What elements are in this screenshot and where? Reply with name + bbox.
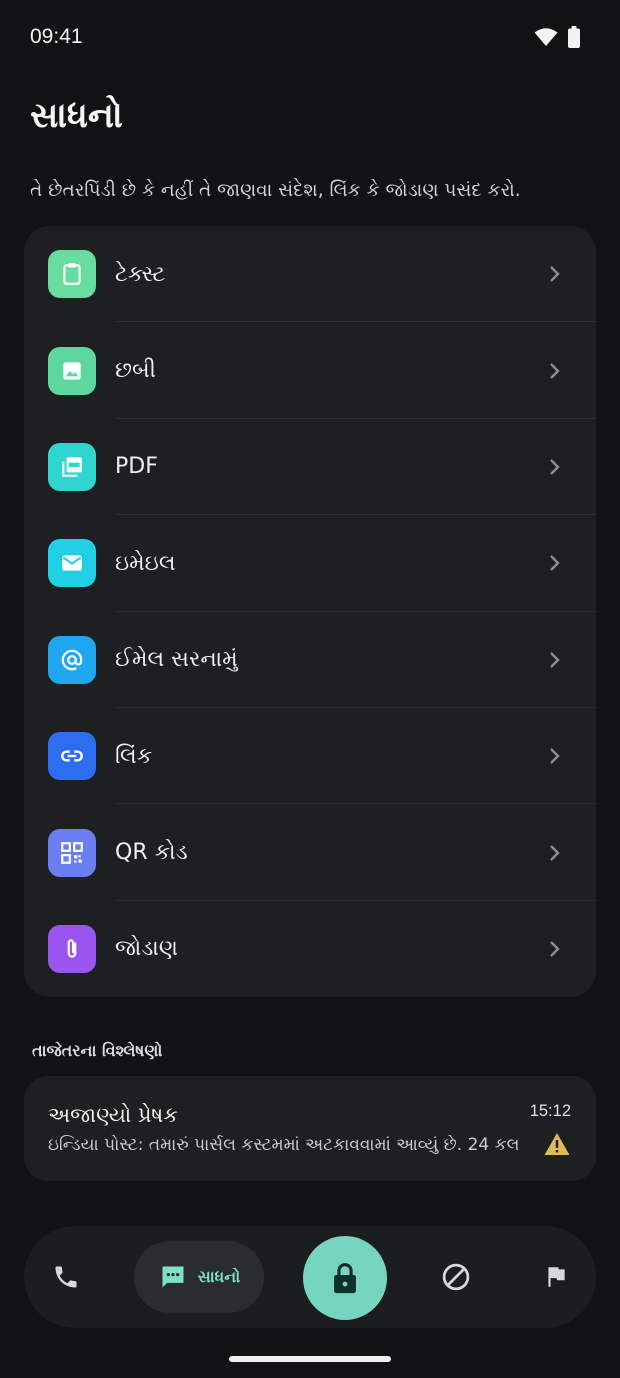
mail-icon (48, 539, 96, 588)
link-icon (48, 732, 96, 781)
message-icon (162, 1266, 184, 1288)
recent-item-title: અજાણ્યો પ્રેષક (48, 1103, 179, 1127)
bottom-navigation: સાધનો (24, 1226, 596, 1328)
paperclip-icon (48, 924, 96, 973)
flag-icon (548, 1267, 565, 1287)
home-indicator[interactable] (229, 1356, 391, 1362)
tool-item-label: QR કોડ (115, 840, 188, 866)
tool-item-label: ટેક્સ્ટ (115, 261, 166, 287)
chevron-right-icon (550, 459, 560, 475)
recent-item-preview: ઇન્ડિયા પોસ્ટ: તમારું પાર્સલ કસ્ટમમાં અટ… (48, 1135, 518, 1155)
chevron-right-icon (550, 266, 560, 283)
tool-item-label: છબી (115, 358, 156, 384)
at-icon (48, 635, 96, 684)
recent-section-label: તાજેતરના વિશ્લેષણો (32, 1041, 163, 1060)
nav-tools-label: સાધનો (197, 1267, 241, 1286)
image-icon (48, 346, 96, 395)
recent-item-time: 15:12 (529, 1102, 571, 1120)
tool-item-label: PDF (115, 454, 158, 480)
tool-item-attachment[interactable]: જોડાણ (24, 901, 596, 997)
tool-item-image[interactable]: છબી (24, 322, 596, 419)
page-title: સાધનો (30, 96, 123, 136)
nav-block[interactable] (436, 1257, 476, 1297)
nav-report[interactable] (536, 1257, 576, 1297)
tool-item-email-address[interactable]: ઈમેલ સરનામું (24, 612, 596, 708)
tool-item-label: ઇમેઇલ (115, 550, 176, 576)
warning-icon (544, 1133, 570, 1155)
tool-item-link[interactable]: લિંક (24, 708, 596, 805)
tool-item-qr-code[interactable]: QR કોડ (24, 804, 596, 901)
tool-item-text[interactable]: ટેક્સ્ટ (24, 226, 596, 323)
recent-analysis-item[interactable]: અજાણ્યો પ્રેષક ઇન્ડિયા પોસ્ટ: તમારું પાર… (24, 1076, 596, 1181)
tool-item-email[interactable]: ઇમેઇલ (24, 515, 596, 612)
block-icon (442, 1263, 470, 1291)
phone-icon (55, 1266, 77, 1288)
page-subtitle: તે છેતરપિંડી છે કે નહીં તે જાણવા સંદેશ, … (30, 180, 521, 201)
qr-code-icon (48, 828, 96, 877)
status-time: 09:41 (30, 25, 83, 48)
nav-phone[interactable] (46, 1253, 86, 1301)
tools-list: ટેક્સ્ટ છબી PDF ઇમેઇલ ઈમેલ સરનામું લિંક … (24, 226, 596, 997)
tool-item-label: જોડાણ (115, 936, 178, 962)
chevron-right-icon (550, 844, 560, 861)
chevron-right-icon (550, 555, 560, 572)
chevron-right-icon (550, 651, 560, 668)
tool-item-pdf[interactable]: PDF (24, 419, 596, 516)
screen: 09:41 સાધનો તે છેતરપિંડી છે કે નહીં તે જ… (0, 0, 620, 1378)
tool-item-label: ઈમેલ સરનામું (115, 647, 238, 673)
chevron-right-icon (550, 941, 560, 957)
clipboard-icon (48, 250, 96, 299)
status-bar: 09:41 (0, 0, 620, 76)
status-icons (534, 26, 580, 48)
battery-icon (568, 26, 580, 48)
nav-lock[interactable] (303, 1236, 387, 1320)
wifi-icon (534, 28, 558, 46)
chevron-right-icon (550, 362, 560, 379)
nav-tools[interactable]: સાધનો (134, 1241, 264, 1313)
tool-item-label: લિંક (115, 743, 153, 769)
chevron-right-icon (550, 748, 560, 764)
lock-icon (334, 1263, 356, 1294)
pdf-icon (48, 442, 96, 491)
